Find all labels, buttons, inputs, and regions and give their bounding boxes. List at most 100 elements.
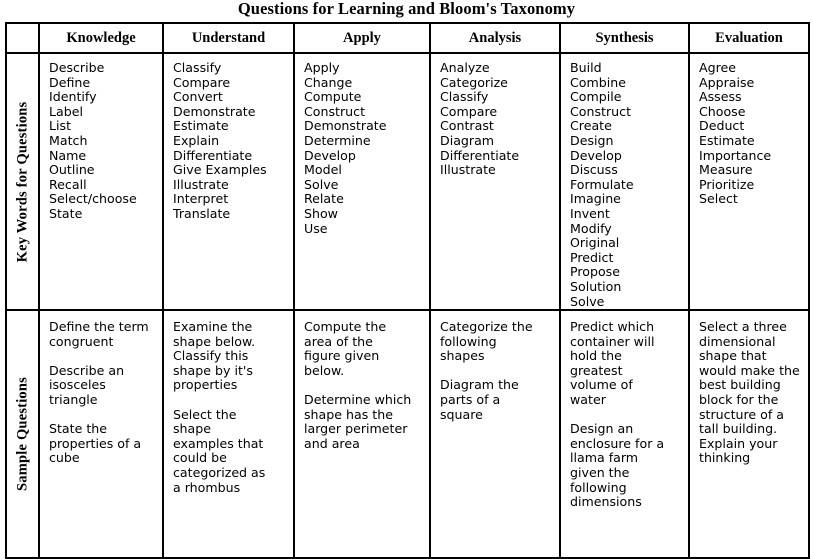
- keyword-item: Describe: [49, 60, 105, 75]
- cell-key-words-knowledge: Describe Define Identify Label List Match Name…: [38, 51, 164, 312]
- keyword-item: Select/choose: [49, 191, 137, 207]
- sample-question-item: Describe an isosceles triangle: [49, 362, 125, 408]
- keyword-item: Name: [49, 147, 87, 163]
- keyword-item: Original: [570, 235, 620, 251]
- cell-sample-questions-synthesis: Predict which container will hold the gr…: [559, 309, 690, 559]
- keyword-item: Choose: [699, 103, 746, 119]
- cell-sample-questions-evaluation: Select a three dimensional shape that wo…: [688, 309, 810, 559]
- keyword-item: Determine: [304, 132, 371, 148]
- keyword-item: Create: [570, 118, 612, 134]
- keyword-item: Demonstrate: [173, 103, 256, 119]
- keyword-item: Identify: [49, 89, 97, 105]
- table-header-row: Knowledge Understand Apply Analysis Synt…: [5, 22, 810, 54]
- column-header-apply: Apply: [293, 22, 431, 54]
- sample-question-group-understand: Examine the shape below. Classify this s…: [173, 319, 289, 495]
- keyword-item: Develop: [570, 147, 622, 163]
- sample-question-item: Select the shape examples that could be …: [173, 406, 266, 495]
- sample-question-item: Compute the area of the figure given bel…: [304, 319, 387, 378]
- keyword-item: Propose: [570, 264, 620, 280]
- keyword-item: Deduct: [699, 118, 745, 134]
- keyword-item: Build: [570, 60, 602, 75]
- keyword-item: Solution: [570, 278, 622, 294]
- keyword-item: Give Examples: [173, 162, 267, 178]
- keyword-item: Outline: [49, 162, 95, 178]
- keyword-item: Design: [570, 132, 614, 148]
- keyword-item: Recall: [49, 176, 87, 192]
- keyword-item: Prioritize: [699, 176, 755, 192]
- keyword-item: Imagine: [570, 191, 621, 207]
- keyword-item: Discuss: [570, 162, 618, 178]
- keyword-item: Modify: [570, 220, 612, 236]
- column-header-analysis: Analysis: [429, 22, 561, 54]
- keyword-item: Define: [49, 74, 91, 90]
- keyword-item: Combine: [570, 74, 626, 90]
- sample-question-item: Select a three dimensional shape that wo…: [699, 319, 800, 466]
- sample-question-item: Categorize the following shapes: [440, 319, 533, 364]
- keyword-item: State: [49, 205, 83, 221]
- sample-question-group-evaluation: Select a three dimensional shape that wo…: [699, 319, 804, 466]
- keyword-list-evaluation: Agree Appraise Assess Choose Deduct Estimate I…: [699, 60, 808, 207]
- keyword-item: Use: [304, 220, 328, 236]
- keyword-list-apply: Apply Change Compute Construct Demonstrate De…: [304, 60, 429, 236]
- keyword-item: Appraise: [699, 74, 755, 90]
- keyword-item: Analyze: [440, 60, 490, 75]
- keyword-item: Develop: [304, 147, 356, 163]
- keyword-item: Interpret: [173, 191, 229, 207]
- cell-sample-questions-apply: Compute the area of the figure given bel…: [293, 309, 431, 559]
- keyword-item: Relate: [304, 191, 344, 207]
- keyword-item: Solve: [304, 176, 339, 192]
- table-corner-cell: [5, 22, 40, 54]
- keyword-item: Diagram: [440, 132, 495, 148]
- keyword-item: Illustrate: [173, 176, 229, 192]
- keyword-list-understand: Classify Compare Convert Demonstrate Estimat…: [173, 60, 293, 222]
- keyword-item: Compile: [570, 89, 622, 105]
- cell-sample-questions-knowledge: Define the term congruent Describe an iso…: [38, 309, 164, 559]
- sample-question-group-analysis: Categorize the following shapes Diagram t…: [440, 319, 555, 422]
- keyword-item: Show: [304, 205, 338, 221]
- sample-question-item: Define the term congruent: [49, 319, 149, 349]
- keyword-item: Assess: [699, 89, 742, 105]
- table-row-sample-questions: Sample Questions Define the term congrue…: [5, 309, 810, 559]
- keyword-item: Change: [304, 74, 353, 90]
- keyword-item: Compare: [440, 103, 498, 119]
- keyword-item: Differentiate: [173, 147, 253, 163]
- sample-question-item: State the properties of a cube: [49, 421, 142, 466]
- keyword-item: Convert: [173, 89, 223, 105]
- sample-question-item: Diagram the parts of a square: [440, 377, 519, 422]
- column-header-evaluation: Evaluation: [688, 22, 810, 54]
- page-title: Questions for Learning and Bloom's Taxon…: [237, 0, 576, 18]
- keyword-list-analysis: Analyze Categorize Classify Compare Contrast…: [440, 60, 559, 178]
- keyword-item: Predict: [570, 249, 614, 265]
- keyword-list-synthesis: Build Combine Compile Construct Create Design…: [570, 60, 688, 309]
- table-row-key-words: Key Words for Questions Describe Define Id…: [5, 51, 810, 312]
- column-header-understand: Understand: [162, 22, 295, 54]
- keyword-item: Match: [49, 132, 88, 148]
- keyword-item: Agree: [699, 60, 737, 75]
- keyword-item: Select: [699, 191, 738, 207]
- row-label-key-words-text: Key Words for Questions: [14, 101, 30, 262]
- cell-key-words-understand: Classify Compare Convert Demonstrate Estimat…: [162, 51, 295, 312]
- keyword-item: Compare: [173, 74, 231, 90]
- cell-key-words-analysis: Analyze Categorize Classify Compare Contrast…: [429, 51, 561, 312]
- row-label-sample-questions-text: Sample Questions: [14, 377, 30, 492]
- keyword-item: Illustrate: [440, 162, 496, 178]
- column-header-synthesis: Synthesis: [559, 22, 690, 54]
- keyword-item: Compute: [304, 89, 362, 105]
- keyword-item: Translate: [173, 205, 231, 221]
- cell-key-words-synthesis: Build Combine Compile Construct Create Design…: [559, 51, 690, 312]
- sample-question-item: Examine the shape below. Classify this s…: [173, 319, 256, 393]
- keyword-item: Model: [304, 162, 342, 178]
- keyword-item: Solve: [570, 293, 605, 309]
- keyword-item: Contrast: [440, 118, 494, 134]
- keyword-item: List: [49, 118, 72, 134]
- keyword-item: Measure: [699, 162, 753, 178]
- sample-question-group-knowledge: Define the term congruent Describe an iso…: [49, 319, 158, 466]
- bloom-taxonomy-table: Knowledge Understand Apply Analysis Synt…: [5, 22, 810, 559]
- page-root: Questions for Learning and Bloom's Taxon…: [0, 0, 813, 559]
- keyword-item: Importance: [699, 147, 772, 163]
- keyword-item: Construct: [304, 103, 366, 119]
- keyword-item: Differentiate: [440, 147, 520, 163]
- keyword-item: Apply: [304, 60, 340, 75]
- keyword-item: Classify: [440, 89, 489, 105]
- cell-sample-questions-understand: Examine the shape below. Classify this s…: [162, 309, 295, 559]
